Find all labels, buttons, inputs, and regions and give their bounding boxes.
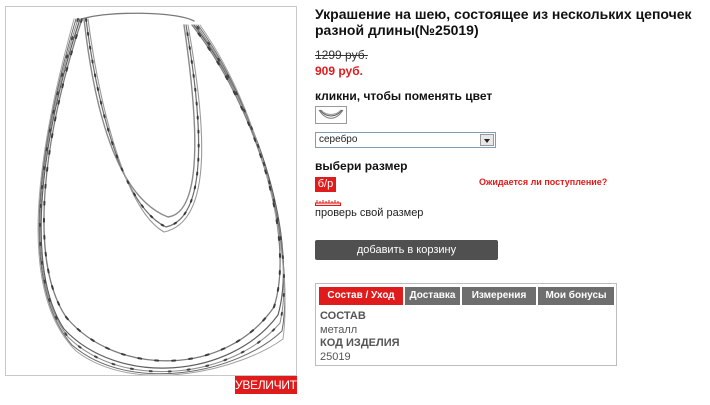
- sale-price: 909 руб.: [315, 64, 363, 78]
- color-label: кликни, чтобы поменять цвет: [315, 89, 493, 103]
- details-tabs: Состав / Уход Доставка Измерения Мои бон…: [315, 283, 617, 366]
- color-swatch[interactable]: [315, 106, 347, 124]
- color-select[interactable]: серебро: [315, 132, 496, 148]
- color-select-value: серебро: [319, 134, 358, 145]
- tab-bar: Состав / Уход Доставка Измерения Мои бон…: [319, 287, 614, 305]
- add-to-cart-button[interactable]: добавить в корзину: [315, 240, 498, 260]
- restock-link[interactable]: Ожидается ли поступление?: [479, 177, 607, 187]
- tab-my-bonuses[interactable]: Мои бонусы: [538, 287, 614, 305]
- product-title: Украшение на шею, состоящее из нескольки…: [315, 6, 692, 38]
- composition-value: металл: [320, 323, 358, 336]
- necklace-image: [37, 12, 286, 375]
- size-option[interactable]: б/р: [315, 177, 336, 192]
- size-check-link[interactable]: проверь свой размер: [315, 207, 423, 219]
- size-label: выбери размер: [315, 159, 408, 173]
- chevron-down-icon[interactable]: [480, 134, 494, 146]
- item-code-value: 25019: [320, 350, 351, 363]
- item-code-heading: КОД ИЗДЕЛИЯ: [320, 337, 400, 349]
- necklace-swatch-icon: [318, 109, 344, 119]
- product-image-frame[interactable]: [5, 6, 297, 376]
- tab-delivery[interactable]: Доставка: [405, 287, 460, 305]
- tab-content: СОСТАВ металл КОД ИЗДЕЛИЯ 25019: [320, 310, 400, 364]
- zoom-button[interactable]: УВЕЛИЧИТЬ: [235, 376, 305, 394]
- ruler-icon: [315, 200, 341, 206]
- tab-measurements[interactable]: Измерения: [462, 287, 536, 305]
- old-price: 1299 руб.: [315, 48, 368, 62]
- composition-heading: СОСТАВ: [320, 310, 366, 322]
- tab-composition-care[interactable]: Состав / Уход: [319, 287, 403, 305]
